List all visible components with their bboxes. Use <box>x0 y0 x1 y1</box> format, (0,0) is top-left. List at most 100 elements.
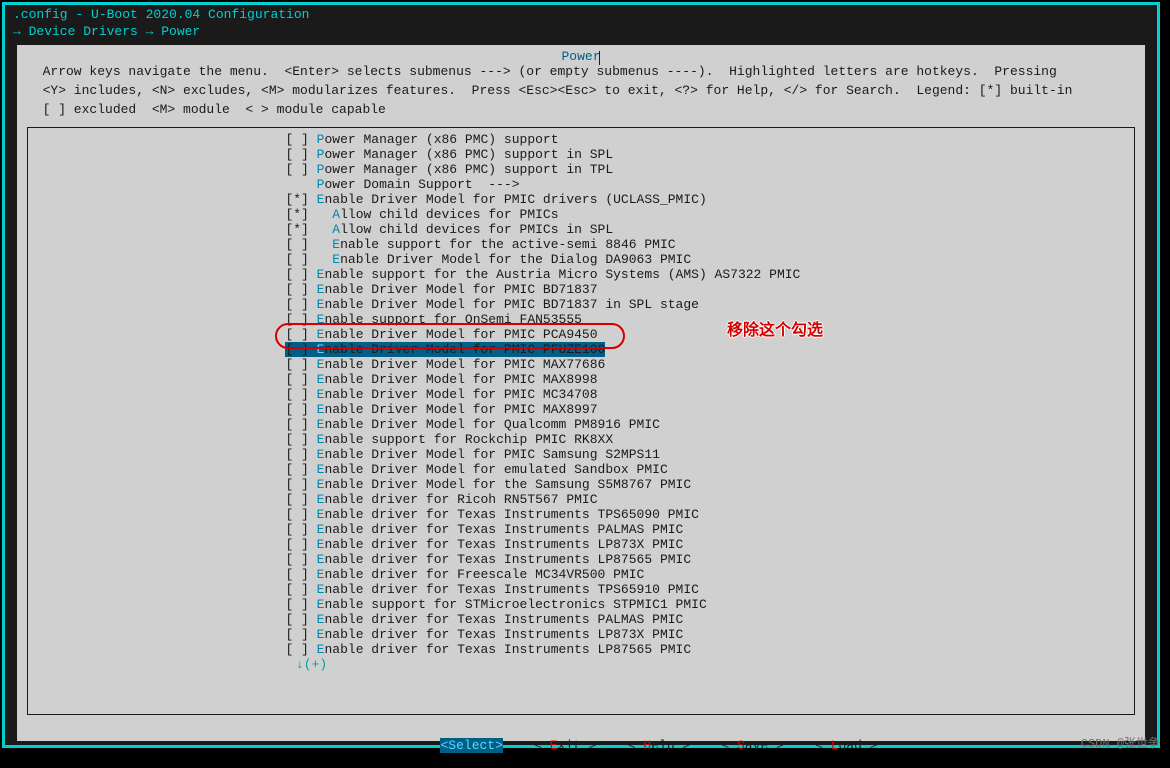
menu-item[interactable]: [ ] Enable Driver Model for emulated San… <box>28 462 1134 477</box>
menu-item[interactable]: [ ] Enable support for OnSemi FAN53555 <box>28 312 1134 327</box>
checkbox-mark: [*] <box>285 192 316 207</box>
item-label: nable support for the Austria Micro Syst… <box>324 267 800 282</box>
checkbox-mark: [ ] <box>285 372 316 387</box>
item-label: nable support for OnSemi FAN53555 <box>324 312 581 327</box>
menu-item[interactable]: Power Domain Support ---> <box>28 177 1134 192</box>
checkbox-mark: [ ] <box>285 327 316 342</box>
menuconfig-panel: Power Arrow keys navigate the menu. <Ent… <box>17 45 1145 741</box>
menu-item[interactable]: [ ] Enable support for the active-semi 8… <box>28 237 1134 252</box>
terminal-window: .config - U-Boot 2020.04 Configuration →… <box>2 2 1160 748</box>
checkbox-mark: [ ] <box>285 342 316 357</box>
checkbox-mark: [ ] <box>285 237 316 252</box>
checkbox-mark: [ ] <box>285 567 316 582</box>
item-label: llow child devices for PMICs <box>340 207 558 222</box>
menu-item[interactable]: [ ] Enable Driver Model for PMIC Samsung… <box>28 447 1134 462</box>
checkbox-mark: [ ] <box>285 267 316 282</box>
menu-item[interactable]: [ ] Enable driver for Texas Instruments … <box>28 627 1134 642</box>
item-label: ower Manager (x86 PMC) support in SPL <box>324 147 613 162</box>
checkbox-mark: [ ] <box>285 132 316 147</box>
item-label: nable Driver Model for the Samsung S5M87… <box>324 477 691 492</box>
gap <box>690 738 721 753</box>
checkbox-mark: [ ] <box>285 627 316 642</box>
menu-item[interactable]: [ ] Enable Driver Model for PMIC MAX8997 <box>28 402 1134 417</box>
menu-item[interactable]: [ ] Enable Driver Model for PMIC MAX7768… <box>28 357 1134 372</box>
menu-item[interactable]: [ ] Enable Driver Model for PMIC MC34708 <box>28 387 1134 402</box>
load-button[interactable]: < Load > <box>815 738 877 753</box>
menu-item[interactable]: [*] Allow child devices for PMICs <box>28 207 1134 222</box>
help-button[interactable]: < Help > <box>628 738 690 753</box>
save-button[interactable]: < Save > <box>721 738 783 753</box>
checkbox-mark <box>285 177 316 192</box>
gap <box>503 738 534 753</box>
menu-item-selected[interactable]: [ ] Enable Driver Model for PMIC PFUZE10… <box>28 342 1134 357</box>
checkbox-mark: [ ] <box>285 537 316 552</box>
checkbox-mark: [ ] <box>285 387 316 402</box>
item-label: nable Driver Model for the Dialog DA9063… <box>340 252 691 267</box>
checkbox-mark: [ ] <box>285 642 316 657</box>
menu-item[interactable]: [ ] Power Manager (x86 PMC) support in S… <box>28 147 1134 162</box>
item-label: nable driver for Texas Instruments LP873… <box>324 537 683 552</box>
item-label: nable driver for Ricoh RN5T567 PMIC <box>324 492 597 507</box>
gap <box>597 738 628 753</box>
more-indicator: ↓(+) <box>28 657 1134 672</box>
item-label: nable driver for Texas Instruments LP875… <box>324 552 691 567</box>
item-label: nable support for STMicroelectronics STP… <box>324 597 706 612</box>
item-label: nable driver for Texas Instruments PALMA… <box>324 522 683 537</box>
item-label: nable Driver Model for PMIC BD71837 in S… <box>324 297 698 312</box>
item-label: nable Driver Model for PMIC drivers (UCL… <box>324 192 706 207</box>
menu-list[interactable]: [ ] Power Manager (x86 PMC) support [ ] … <box>28 132 1134 657</box>
menu-item[interactable]: [ ] Enable driver for Texas Instruments … <box>28 582 1134 597</box>
menu-item[interactable]: [ ] Enable support for STMicroelectronic… <box>28 597 1134 612</box>
menu-item[interactable]: [ ] Enable Driver Model for PMIC MAX8998 <box>28 372 1134 387</box>
menu-item[interactable]: [ ] Enable Driver Model for PMIC BD71837… <box>28 297 1134 312</box>
menu-item[interactable]: [ ] Enable driver for Texas Instruments … <box>28 507 1134 522</box>
menu-item[interactable]: [ ] Enable driver for Ricoh RN5T567 PMIC <box>28 492 1134 507</box>
menu-item[interactable]: [*] Allow child devices for PMICs in SPL <box>28 222 1134 237</box>
checkbox-mark: [ ] <box>285 417 316 432</box>
item-label: nable Driver Model for PMIC Samsung S2MP… <box>324 447 659 462</box>
item-label: nable support for the active-semi 8846 P… <box>340 237 675 252</box>
menu-item[interactable]: [ ] Enable driver for Texas Instruments … <box>28 552 1134 567</box>
menu-item[interactable]: [ ] Enable Driver Model for the Samsung … <box>28 477 1134 492</box>
menu-item[interactable]: [ ] Enable driver for Texas Instruments … <box>28 642 1134 657</box>
checkbox-mark: [*] <box>285 207 316 222</box>
help-line-1: Arrow keys navigate the menu. <Enter> se… <box>17 64 1145 83</box>
item-label: nable driver for Texas Instruments PALMA… <box>324 612 683 627</box>
item-label: llow child devices for PMICs in SPL <box>340 222 613 237</box>
menu-item[interactable]: [*] Enable Driver Model for PMIC drivers… <box>28 192 1134 207</box>
checkbox-mark: [ ] <box>285 312 316 327</box>
checkbox-mark: [ ] <box>285 582 316 597</box>
select-button[interactable]: <Select> <box>440 738 502 753</box>
item-label: nable Driver Model for PMIC MC34708 <box>324 387 597 402</box>
menu-item[interactable]: [ ] Enable Driver Model for PMIC PCA9450 <box>28 327 1134 342</box>
checkbox-mark: [ ] <box>285 612 316 627</box>
menu-item[interactable]: [ ] Enable Driver Model for the Dialog D… <box>28 252 1134 267</box>
checkbox-mark: [ ] <box>285 282 316 297</box>
help-line-3: [ ] excluded <M> module < > module capab… <box>17 102 1145 121</box>
menu-item[interactable]: [ ] Enable driver for Freescale MC34VR50… <box>28 567 1134 582</box>
hotkey-letter: A <box>332 207 340 222</box>
menu-item[interactable]: [ ] Enable driver for Texas Instruments … <box>28 537 1134 552</box>
menu-item[interactable]: [ ] Enable driver for Texas Instruments … <box>28 522 1134 537</box>
menu-item[interactable]: [ ] Enable Driver Model for Qualcomm PM8… <box>28 417 1134 432</box>
button-bar: <Select> < Exit > < Help > < Save > < Lo… <box>17 723 1145 768</box>
item-label: nable driver for Texas Instruments LP875… <box>324 642 691 657</box>
breadcrumb-path: → Device Drivers → Power <box>13 24 200 39</box>
window-title: .config - U-Boot 2020.04 Configuration <box>5 5 1157 24</box>
checkbox-mark: [ ] <box>285 552 316 567</box>
checkbox-mark: [ ] <box>285 477 316 492</box>
checkbox-mark: [ ] <box>285 507 316 522</box>
exit-button[interactable]: < Exit > <box>534 738 596 753</box>
menu-item[interactable]: [ ] Enable support for Rockchip PMIC RK8… <box>28 432 1134 447</box>
menu-item[interactable]: [ ] Enable driver for Texas Instruments … <box>28 612 1134 627</box>
menu-item[interactable]: [ ] Enable Driver Model for PMIC BD71837 <box>28 282 1134 297</box>
checkbox-mark: [ ] <box>285 402 316 417</box>
checkbox-mark: [ ] <box>285 147 316 162</box>
item-label: nable driver for Freescale MC34VR500 PMI… <box>324 567 644 582</box>
checkbox-mark: [ ] <box>285 432 316 447</box>
menu-item[interactable]: [ ] Enable support for the Austria Micro… <box>28 267 1134 282</box>
checkbox-mark: [ ] <box>285 522 316 537</box>
menu-item[interactable]: [ ] Power Manager (x86 PMC) support in T… <box>28 162 1134 177</box>
menu-item[interactable]: [ ] Power Manager (x86 PMC) support <box>28 132 1134 147</box>
gap <box>331 738 440 753</box>
